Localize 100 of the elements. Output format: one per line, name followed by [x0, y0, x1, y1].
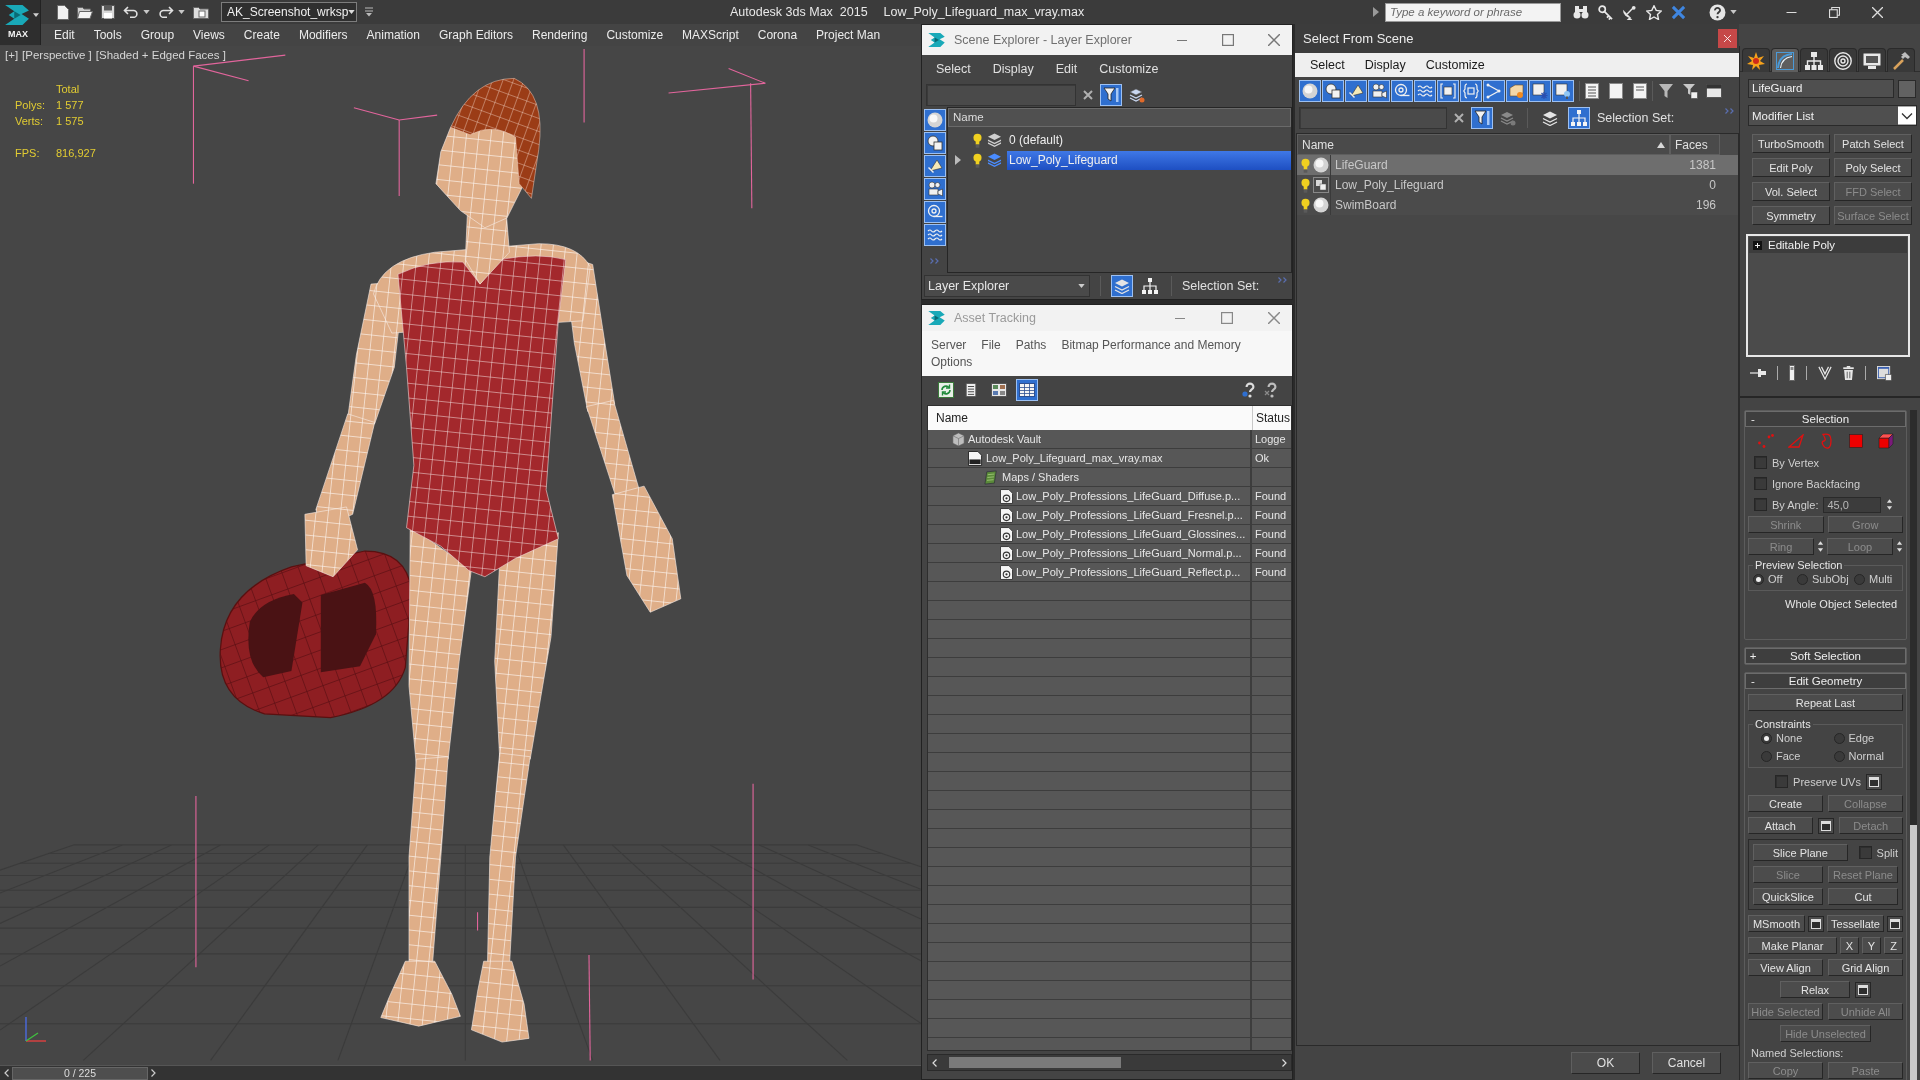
filter-toggle[interactable] — [1391, 79, 1413, 102]
view-toggle[interactable] — [1111, 275, 1133, 297]
layer-name[interactable]: Low_Poly_Lifeguard — [1007, 150, 1291, 170]
trash-icon[interactable] — [1843, 366, 1854, 380]
light-bulb-icon[interactable] — [973, 152, 982, 168]
settings-icon[interactable] — [1808, 915, 1824, 932]
chevron-right-icon[interactable] — [151, 1069, 156, 1077]
menu-item[interactable]: Options — [931, 355, 973, 369]
menu-item[interactable]: Edit — [1055, 61, 1078, 76]
new-file-icon[interactable] — [57, 4, 69, 20]
menu-item[interactable]: Select — [1310, 58, 1345, 72]
filter-toggle[interactable] — [1299, 79, 1321, 102]
checkbox[interactable] — [1754, 456, 1767, 469]
time-slider-track[interactable]: 0 / 225 — [0, 1065, 921, 1080]
double-v-icon[interactable] — [1818, 366, 1832, 380]
panel-tab[interactable] — [1829, 48, 1857, 72]
caret-icon[interactable] — [1078, 284, 1085, 288]
tool-button[interactable]: Cut — [1828, 888, 1898, 905]
maximize-icon[interactable] — [1222, 34, 1234, 46]
text-lines-icon[interactable] — [1585, 82, 1599, 99]
binoculars-icon[interactable] — [1573, 5, 1589, 19]
radio-button[interactable] — [1833, 732, 1845, 744]
chevron-left-icon[interactable] — [4, 1069, 9, 1077]
light-bulb-icon[interactable] — [1301, 197, 1310, 213]
column-header[interactable]: Name — [928, 406, 1252, 430]
list-caret-icon[interactable] — [365, 7, 373, 17]
filter-toggle[interactable] — [923, 224, 946, 246]
undo-icon[interactable] — [123, 6, 139, 18]
panel-tab[interactable] — [1800, 48, 1828, 72]
modifier-list-dropdown[interactable]: Modifier List — [1748, 105, 1917, 126]
settings-icon[interactable] — [1817, 817, 1834, 834]
menu-item[interactable]: Animation — [366, 28, 420, 42]
filter-toggle[interactable] — [1483, 79, 1505, 102]
modifier-button[interactable]: Vol. Select — [1752, 182, 1830, 201]
plus-box-icon[interactable] — [1753, 240, 1762, 250]
filter-toggle[interactable] — [1506, 79, 1528, 102]
help-icon[interactable] — [1709, 3, 1726, 21]
dialog-button[interactable]: Cancel — [1652, 1052, 1721, 1074]
light-bulb-icon[interactable] — [973, 132, 982, 148]
layer-name[interactable]: 0 (default) — [1007, 130, 1291, 150]
search-field[interactable]: Type a keyword or phrase — [1385, 2, 1561, 22]
filter-toggle[interactable] — [1460, 79, 1482, 102]
search-field[interactable] — [926, 83, 1076, 106]
menu-item[interactable]: Paths — [1015, 338, 1047, 352]
chevron-left-icon[interactable] — [932, 1058, 937, 1067]
tool-button[interactable]: Attach — [1748, 817, 1813, 834]
caret-icon[interactable] — [1730, 10, 1737, 14]
chevron-right-icon[interactable] — [1282, 1058, 1287, 1067]
menu-item[interactable]: Corona — [757, 28, 798, 42]
project-folder-icon[interactable] — [193, 5, 209, 19]
half-lines-icon[interactable] — [1633, 82, 1647, 99]
rollout-header[interactable]: - Selection — [1745, 411, 1906, 427]
menu-item[interactable]: Tools — [93, 28, 122, 42]
filter-toggle[interactable] — [923, 155, 946, 177]
filter-toggle[interactable] — [923, 201, 946, 223]
minimize-icon[interactable] — [1176, 39, 1188, 41]
panel-tab[interactable] — [1742, 48, 1770, 72]
modifier-button[interactable]: Poly Select — [1834, 158, 1912, 177]
spinner-arrows-icon[interactable] — [1817, 539, 1824, 554]
funnel-list-icon[interactable] — [1682, 82, 1698, 99]
redo-icon[interactable] — [158, 6, 174, 18]
menu-item[interactable]: Edit — [54, 28, 75, 42]
close-button[interactable] — [1718, 29, 1737, 48]
save-icon[interactable] — [101, 5, 115, 19]
caret-icon[interactable] — [348, 10, 356, 14]
checkbox[interactable] — [1754, 477, 1767, 490]
radio-button[interactable] — [1854, 573, 1866, 585]
column-header[interactable]: Name — [948, 108, 1291, 127]
layers-add-icon[interactable] — [1129, 86, 1145, 103]
settings-icon[interactable] — [1865, 773, 1882, 790]
light-bulb-icon[interactable] — [1301, 177, 1310, 193]
menu-item[interactable]: MAXScript — [682, 28, 739, 42]
menu-item[interactable]: Graph Editors — [438, 28, 513, 42]
satellite-dish-icon[interactable] — [1622, 4, 1637, 20]
filter-toggle[interactable] — [923, 109, 946, 131]
tool-button[interactable]: Create — [1748, 795, 1823, 812]
spinner-arrows-icon[interactable] — [1896, 539, 1903, 554]
radio-button[interactable] — [1761, 732, 1772, 744]
column-header[interactable]: Faces — [1670, 134, 1720, 155]
filter-toggle[interactable] — [1345, 79, 1367, 102]
radio-button[interactable] — [1753, 573, 1764, 585]
color-swatch-icon[interactable] — [1898, 79, 1916, 98]
star-icon[interactable] — [1646, 4, 1662, 20]
viewport-label[interactable]: [Perspective ] — [22, 49, 92, 61]
open-folder-icon[interactable] — [77, 5, 93, 19]
angle-field[interactable]: 45,0 — [1823, 496, 1882, 513]
minimize-icon[interactable] — [1786, 11, 1797, 13]
filter-toggle[interactable] — [1552, 79, 1574, 102]
filter-toggle[interactable] — [1368, 79, 1390, 102]
radio-button[interactable] — [1761, 750, 1772, 762]
filter-toggle[interactable] — [1529, 79, 1551, 102]
time-slider-thumb[interactable]: 0 / 225 — [12, 1066, 148, 1080]
menu-item[interactable]: Rendering — [532, 28, 588, 42]
maximize-icon[interactable] — [1221, 312, 1233, 324]
settings-icon[interactable] — [1887, 915, 1903, 932]
clear-icon[interactable] — [1454, 112, 1464, 123]
checkbox[interactable] — [1858, 846, 1872, 859]
filter-toggle[interactable] — [1100, 83, 1122, 106]
modifier-button[interactable]: Symmetry — [1752, 206, 1830, 225]
workspace-dropdown[interactable]: AK_Screenshot_wrksp — [221, 2, 357, 22]
